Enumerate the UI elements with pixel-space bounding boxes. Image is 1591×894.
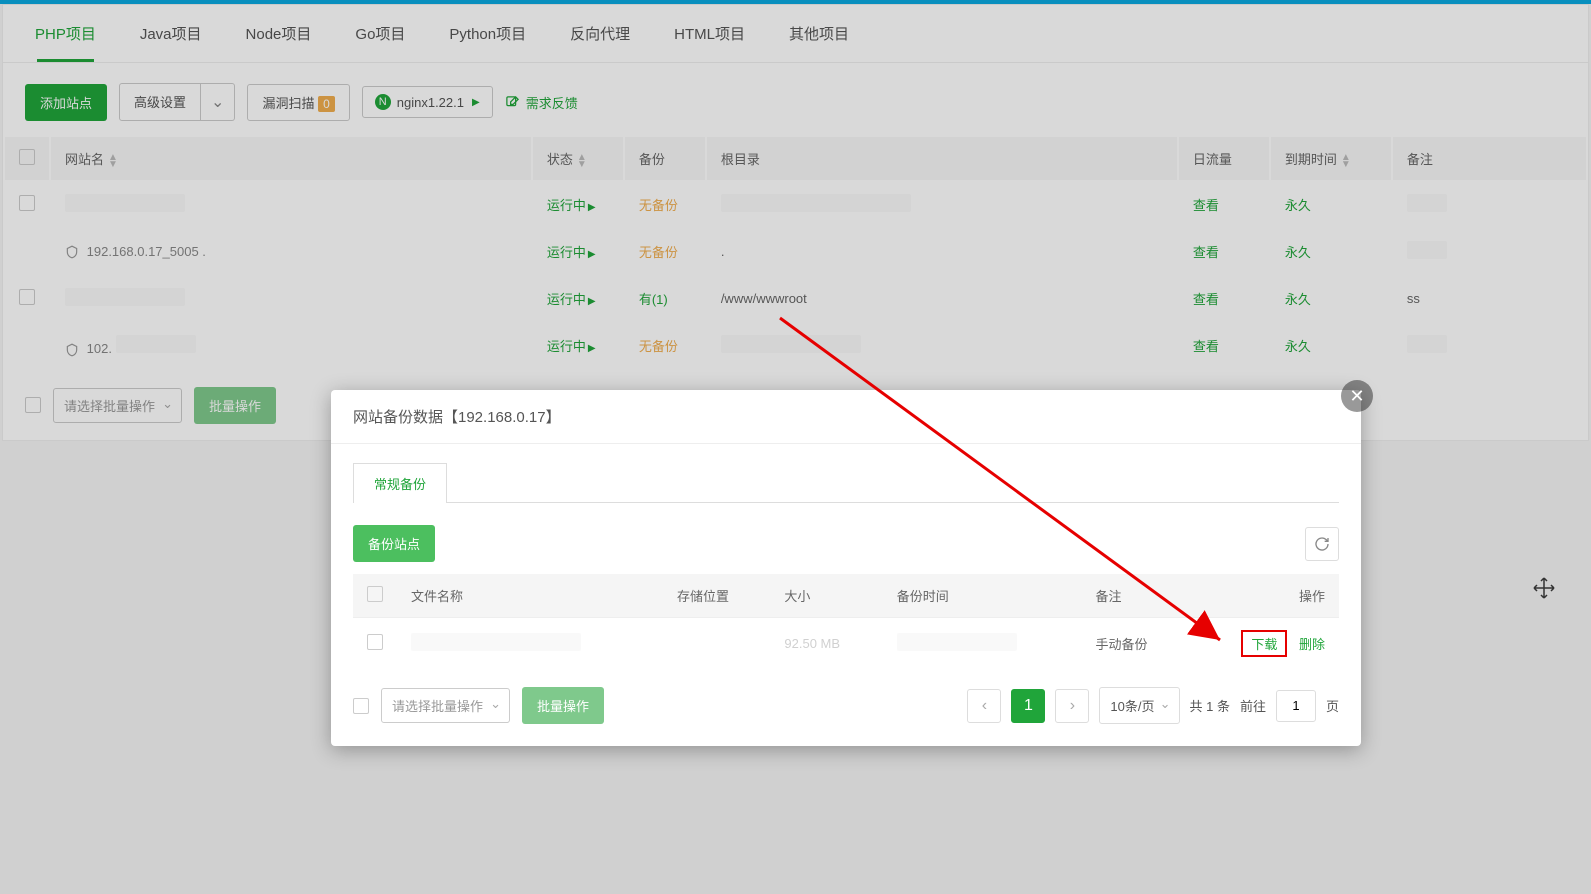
col-file: 文件名称 <box>411 589 463 604</box>
col-remark: 备注 <box>1096 589 1122 604</box>
select-all-checkbox[interactable] <box>367 586 383 602</box>
goto-label: 前往 <box>1240 696 1266 715</box>
total-count: 共 1 条 <box>1190 696 1230 715</box>
backup-remark: 手动备份 <box>1096 637 1148 652</box>
page-size-select[interactable]: 10条/页 <box>1099 687 1179 724</box>
download-link[interactable]: 下载 <box>1251 637 1277 652</box>
col-time: 备份时间 <box>897 589 949 604</box>
refresh-button[interactable] <box>1305 527 1339 561</box>
backup-modal: ✕ 网站备份数据【192.168.0.17】 常规备份 备份站点 文件名称 存储… <box>331 390 1361 746</box>
delete-link[interactable]: 删除 <box>1299 637 1325 652</box>
modal-tab-normal[interactable]: 常规备份 <box>353 463 447 503</box>
row-checkbox[interactable] <box>367 634 383 650</box>
backup-site-button[interactable]: 备份站点 <box>353 525 435 562</box>
modal-title: 网站备份数据【192.168.0.17】 <box>331 390 1361 444</box>
pagination: 请选择批量操作 批量操作 ‹ 1 › 10条/页 共 1 条 前往 页 <box>353 687 1339 724</box>
page-input[interactable] <box>1276 690 1316 722</box>
modal-batch-button[interactable]: 批量操作 <box>522 687 604 724</box>
page-1-button[interactable]: 1 <box>1011 689 1045 723</box>
backup-row: 92.50 MB 手动备份 下载 删除 <box>353 618 1339 670</box>
backup-size: 92.50 MB <box>784 636 840 651</box>
backup-file-name[interactable] <box>411 633 581 651</box>
backup-table: 文件名称 存储位置 大小 备份时间 备注 操作 92.50 MB 手动备份 <box>353 574 1339 669</box>
close-icon[interactable]: ✕ <box>1341 380 1373 412</box>
col-size: 大小 <box>784 589 810 604</box>
col-storage: 存储位置 <box>677 589 729 604</box>
refresh-icon <box>1314 536 1330 552</box>
next-page-button[interactable]: › <box>1055 689 1089 723</box>
backup-time <box>897 633 1017 651</box>
col-action: 操作 <box>1299 589 1325 604</box>
batch-select-all[interactable] <box>353 698 369 714</box>
prev-page-button[interactable]: ‹ <box>967 689 1001 723</box>
page-suffix: 页 <box>1326 696 1339 715</box>
modal-batch-select[interactable]: 请选择批量操作 <box>381 688 510 723</box>
